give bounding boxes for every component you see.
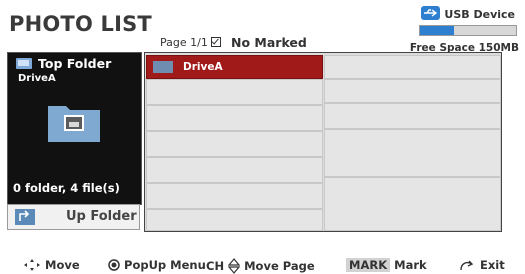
up-folder-icon [15,209,35,225]
page-title: PHOTO LIST [9,12,152,36]
move-page-label: Move Page [244,259,315,273]
ok-icon [108,259,120,271]
file-cell[interactable] [324,103,501,129]
file-cell[interactable] [324,177,501,231]
file-cell[interactable]: DriveA [146,55,323,79]
mark-label: Mark [394,258,427,272]
file-cell[interactable] [146,131,323,157]
move-label: Move [45,258,80,272]
file-cell[interactable] [146,183,323,209]
dpad-icon [24,259,40,271]
usb-space-fill [420,26,454,35]
footer-help: Move PopUp Menu CH Move Page MARK Mark E… [0,240,525,274]
file-cell[interactable] [146,79,323,105]
page-label: Page 1/1 [160,36,208,49]
file-grid: DriveA [144,52,502,232]
marked-status: No Marked [231,35,307,50]
move-page-hint: CH Move Page [206,258,315,274]
checkbox-icon [210,37,221,47]
mark-hint: MARK Mark [346,258,427,272]
file-cell[interactable] [324,79,501,103]
exit-label: Exit [480,258,505,272]
file-cell[interactable] [146,105,323,131]
up-folder-button[interactable]: Up Folder [7,204,140,230]
usb-status: USB Device Free Space 150MB [409,6,519,58]
usb-icon [421,6,440,20]
file-cell[interactable] [146,209,323,231]
folder-info-panel: Top Folder DriveA 0 folder, 4 file(s) [7,52,142,205]
popup-label: PopUp Menu [124,258,206,272]
move-hint: Move [23,258,80,272]
exit-hint: Exit [458,258,505,272]
file-cell-label: DriveA [183,61,223,73]
item-count: 0 folder, 4 file(s) [13,181,120,195]
folder-preview-icon [46,98,102,144]
top-folder-label: Top Folder [38,56,112,71]
drive-name: DriveA [18,73,56,84]
ch-label: CH [206,259,225,273]
popup-hint: PopUp Menu [108,258,206,272]
top-folder-icon [16,58,32,69]
usb-label: USB Device [444,8,515,21]
file-cell[interactable] [324,129,501,177]
file-cell[interactable] [146,157,323,183]
return-icon [460,260,474,271]
up-folder-label: Up Folder [66,209,137,224]
header: PHOTO LIST Page 1/1 No Marked USB Device… [0,0,525,58]
file-cell[interactable] [324,55,501,79]
top-folder-heading: Top Folder [16,56,111,71]
mark-key: MARK [346,258,391,272]
usb-space-bar [419,25,517,36]
page-indicator: Page 1/1 [160,36,221,49]
folder-icon [153,61,173,73]
ch-updown-icon [227,258,241,274]
